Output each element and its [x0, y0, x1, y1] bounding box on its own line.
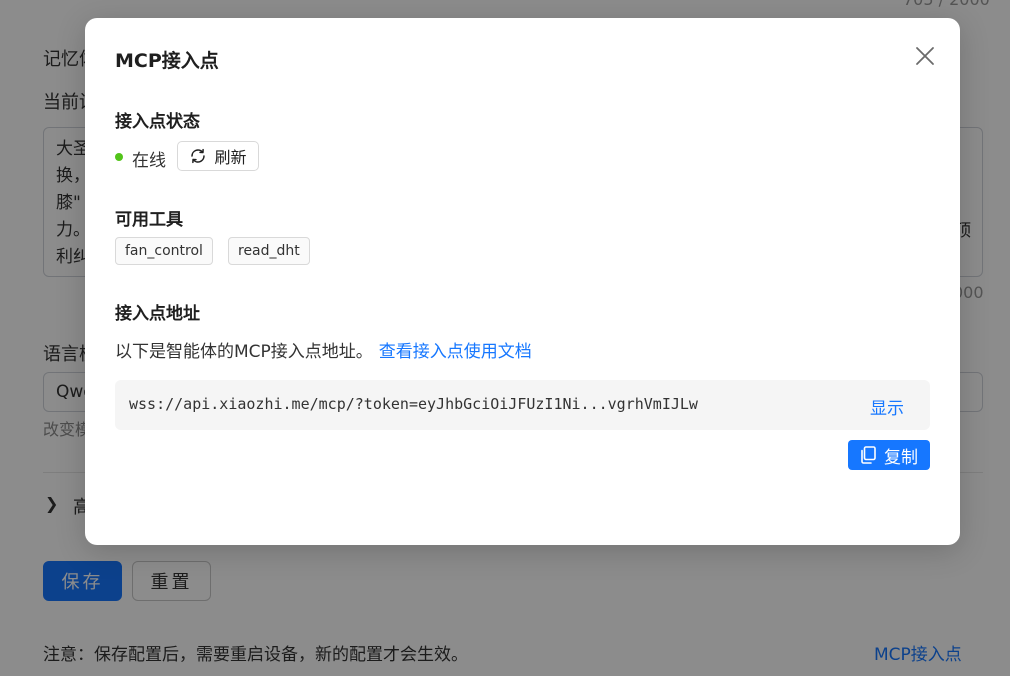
endpoint-url: wss://api.xiaozhi.me/mcp/?token=eyJhbGci… [129, 395, 698, 413]
close-icon[interactable] [913, 44, 937, 68]
address-description: 以下是智能体的MCP接入点地址。 查看接入点使用文档 [115, 337, 532, 362]
status-section-title: 接入点状态 [115, 112, 200, 132]
refresh-label: 刷新 [214, 148, 247, 167]
tool-tag-fan-control: fan_control [115, 237, 213, 265]
refresh-icon [191, 148, 206, 164]
view-docs-link[interactable]: 查看接入点使用文档 [379, 342, 532, 362]
endpoint-url-box: wss://api.xiaozhi.me/mcp/?token=eyJhbGci… [115, 380, 930, 430]
tool-tag-read-dht: read_dht [228, 237, 310, 265]
tools-section-title: 可用工具 [115, 210, 183, 230]
address-section-title: 接入点地址 [115, 304, 200, 324]
copy-label: 复制 [884, 447, 918, 468]
refresh-button[interactable]: 刷新 [177, 141, 259, 171]
address-description-text: 以下是智能体的MCP接入点地址。 [115, 342, 373, 362]
copy-icon [861, 446, 876, 464]
mcp-endpoint-dialog: MCP接入点 接入点状态 在线 刷新 可用工具 fan_control read… [85, 18, 960, 545]
dialog-title: MCP接入点 [115, 50, 219, 72]
show-token-button[interactable]: 显示 [870, 394, 904, 419]
copy-button[interactable]: 复制 [848, 440, 930, 470]
status-text: 在线 [132, 151, 166, 171]
online-status-dot [115, 153, 123, 161]
